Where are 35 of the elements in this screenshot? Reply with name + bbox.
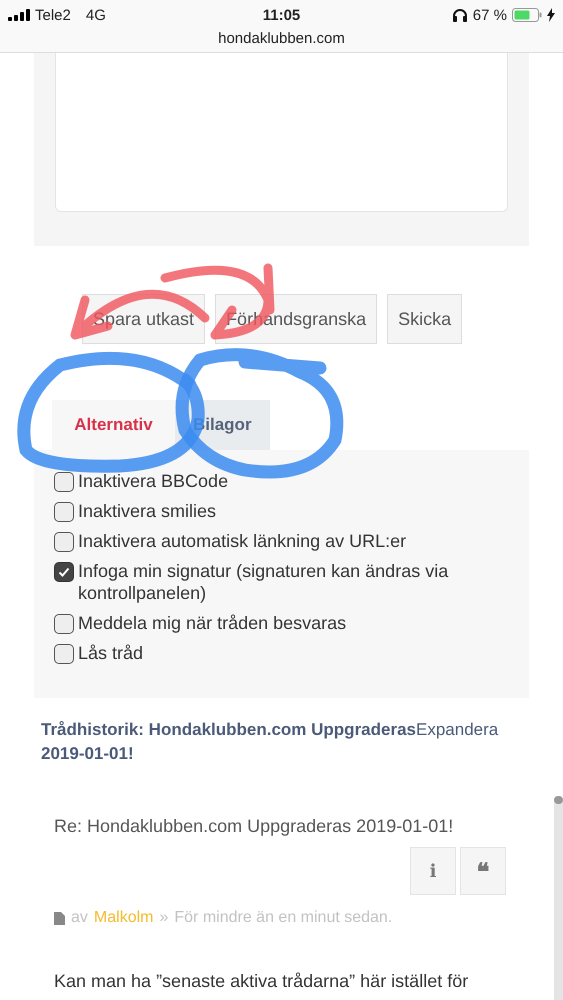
carrier-name: Tele2	[35, 6, 71, 24]
by-label: av	[71, 909, 88, 927]
expand-link[interactable]: Expandera	[416, 720, 498, 739]
tab[interactable]: Alternativ	[52, 400, 175, 450]
signal-icon	[8, 9, 30, 21]
history-title: Trådhistorik: Hondaklubben.com Uppgraderas	[41, 720, 416, 739]
form-button[interactable]: Skicka	[387, 294, 462, 344]
checkbox[interactable]	[54, 562, 74, 582]
quote-button[interactable]: ❝	[460, 847, 506, 895]
clock-time: 11:05	[262, 6, 300, 24]
document-icon	[54, 912, 65, 924]
info-button[interactable]: i	[410, 847, 456, 895]
battery-icon	[512, 8, 542, 22]
checkbox[interactable]	[54, 502, 74, 522]
post-time: För mindre än en minut sedan.	[174, 909, 392, 927]
checkbox[interactable]	[54, 614, 74, 634]
address-url[interactable]: hondaklubben.com	[218, 30, 345, 47]
network-type: 4G	[86, 6, 106, 24]
option-label: Inaktivera BBCode	[78, 470, 228, 492]
headphones-icon	[452, 8, 468, 22]
history-title-end: 2019-01-01!	[41, 744, 134, 763]
charging-bolt-icon	[547, 8, 555, 22]
checkmark-icon	[57, 565, 71, 579]
option-label: Lås tråd	[78, 642, 144, 664]
post-title: Re: Hondaklubben.com Uppgraderas 2019-01-01!	[54, 816, 454, 837]
post-body: Kan man ha ”senaste aktiva trådarna” här istället för	[54, 971, 470, 992]
checkbox[interactable]	[54, 644, 74, 664]
option-label: Infoga min signatur (signaturen kan ändras via kontrollpanelen)	[78, 560, 450, 604]
checkbox[interactable]	[54, 472, 74, 492]
checkbox[interactable]	[54, 532, 74, 552]
option-label: Inaktivera smilies	[78, 500, 216, 522]
option-label: Inaktivera automatisk länkning av URL:er	[78, 530, 406, 552]
option-label: Meddela mig när tråden besvaras	[78, 612, 346, 634]
separator: »	[159, 909, 168, 927]
battery-percent: 67 %	[472, 6, 507, 24]
